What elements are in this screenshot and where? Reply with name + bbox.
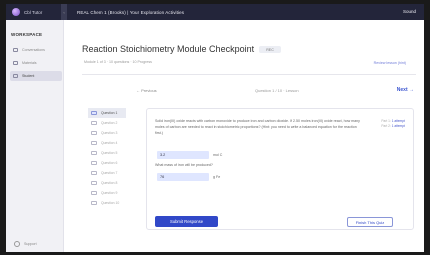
list-item[interactable]: Question 10: [88, 198, 126, 208]
module-progress-text: Module 1 of 3 · 10 questions · 10 Progre…: [84, 60, 152, 64]
document-icon: [13, 61, 18, 65]
status-badge: REC: [259, 46, 281, 53]
question-list: Question 1 Question 2 Question 3 Questio…: [88, 108, 126, 208]
question-label: Question 1: [101, 111, 118, 115]
sidebar-item-label: Materials: [22, 61, 37, 65]
legend-value-1: 1 attempt: [391, 119, 405, 123]
list-item[interactable]: Question 4: [88, 138, 126, 148]
sidebar: WORKSPACE Conversations Materials Studen…: [6, 20, 64, 252]
question-label: Question 5: [101, 151, 118, 155]
answer-field-1[interactable]: 3.2: [157, 151, 209, 159]
list-item[interactable]: Question 8: [88, 178, 126, 188]
sidebar-item-label: Student: [22, 74, 35, 78]
checkbox-icon: [91, 151, 97, 155]
legend-value-2: 1 attempt: [391, 124, 405, 128]
top-bar: Cbl Tutor ‹ REAL Chem 1 (Brooks) | Your …: [6, 4, 424, 20]
brand-name: Cbl Tutor: [24, 9, 43, 15]
sidebar-item-materials[interactable]: Materials: [10, 58, 62, 68]
answer-unit-1: mol C: [213, 153, 223, 157]
checkbox-icon: [91, 201, 97, 205]
review-lesson-link[interactable]: Review lesson (hint): [374, 61, 406, 65]
sidebar-item-label: Conversations: [22, 48, 45, 52]
checkbox-icon: [91, 111, 97, 115]
checkbox-icon: [91, 191, 97, 195]
app-window: Cbl Tutor ‹ REAL Chem 1 (Brooks) | Your …: [6, 4, 424, 252]
student-icon: [13, 74, 18, 78]
finish-quiz-button[interactable]: Finish This Quiz: [347, 217, 393, 227]
divider: [82, 74, 416, 75]
list-item[interactable]: Question 9: [88, 188, 126, 198]
question-label: Question 10: [101, 201, 120, 205]
list-item[interactable]: Question 6: [88, 158, 126, 168]
question-card: Solid iron(III) oxide reacts with carbon…: [146, 108, 414, 230]
chevron-left-icon[interactable]: ‹: [61, 4, 67, 20]
support-link[interactable]: Support: [14, 241, 37, 247]
checkbox-icon: [91, 141, 97, 145]
list-item[interactable]: Question 1: [88, 108, 126, 118]
list-item[interactable]: Question 7: [88, 168, 126, 178]
checkbox-icon: [91, 121, 97, 125]
next-button[interactable]: Next →: [397, 87, 414, 93]
submit-response-button[interactable]: Submit Response: [155, 216, 218, 227]
checkbox-icon: [91, 181, 97, 185]
legend-label-1: Part 1:: [381, 119, 391, 123]
logo-icon: [12, 8, 20, 16]
page-title: Reaction Stoichiometry Module Checkpoint: [82, 44, 255, 54]
answer-field-2[interactable]: 76: [157, 173, 209, 181]
question-label: Question 8: [101, 181, 118, 185]
question-label: Question 6: [101, 161, 118, 165]
attempts-legend: Part 1: 1 attempt Part 2: 1 attempt: [381, 119, 405, 129]
help-icon: [14, 241, 20, 247]
question-prompt: Solid iron(III) oxide reacts with carbon…: [155, 119, 360, 135]
question-label: Question 4: [101, 141, 118, 145]
list-item[interactable]: Question 3: [88, 128, 126, 138]
chat-icon: [13, 48, 18, 52]
question-label: Question 9: [101, 191, 118, 195]
sidebar-item-student[interactable]: Student: [10, 71, 62, 81]
legend-label-2: Part 2:: [381, 124, 391, 128]
user-menu[interactable]: Sound: [403, 9, 416, 14]
question-prompt-2: What mass of iron will be produced?: [155, 163, 213, 167]
question-label: Question 7: [101, 171, 118, 175]
brand[interactable]: Cbl Tutor: [6, 4, 61, 20]
list-item[interactable]: Question 5: [88, 148, 126, 158]
checkbox-icon: [91, 171, 97, 175]
sidebar-item-conversations[interactable]: Conversations: [10, 45, 62, 55]
question-label: Question 2: [101, 121, 118, 125]
previous-button[interactable]: ← Previous: [136, 88, 157, 93]
list-item[interactable]: Question 2: [88, 118, 126, 128]
course-title: REAL Chem 1 (Brooks) | Your Exploration …: [77, 9, 185, 15]
answer-unit-2: g Fe: [213, 175, 221, 179]
question-counter: Question 1 / 10 · Lesson: [255, 88, 299, 93]
checkbox-icon: [91, 131, 97, 135]
question-label: Question 3: [101, 131, 118, 135]
sidebar-section-label: WORKSPACE: [11, 32, 43, 37]
support-label: Support: [24, 242, 37, 246]
checkbox-icon: [91, 161, 97, 165]
